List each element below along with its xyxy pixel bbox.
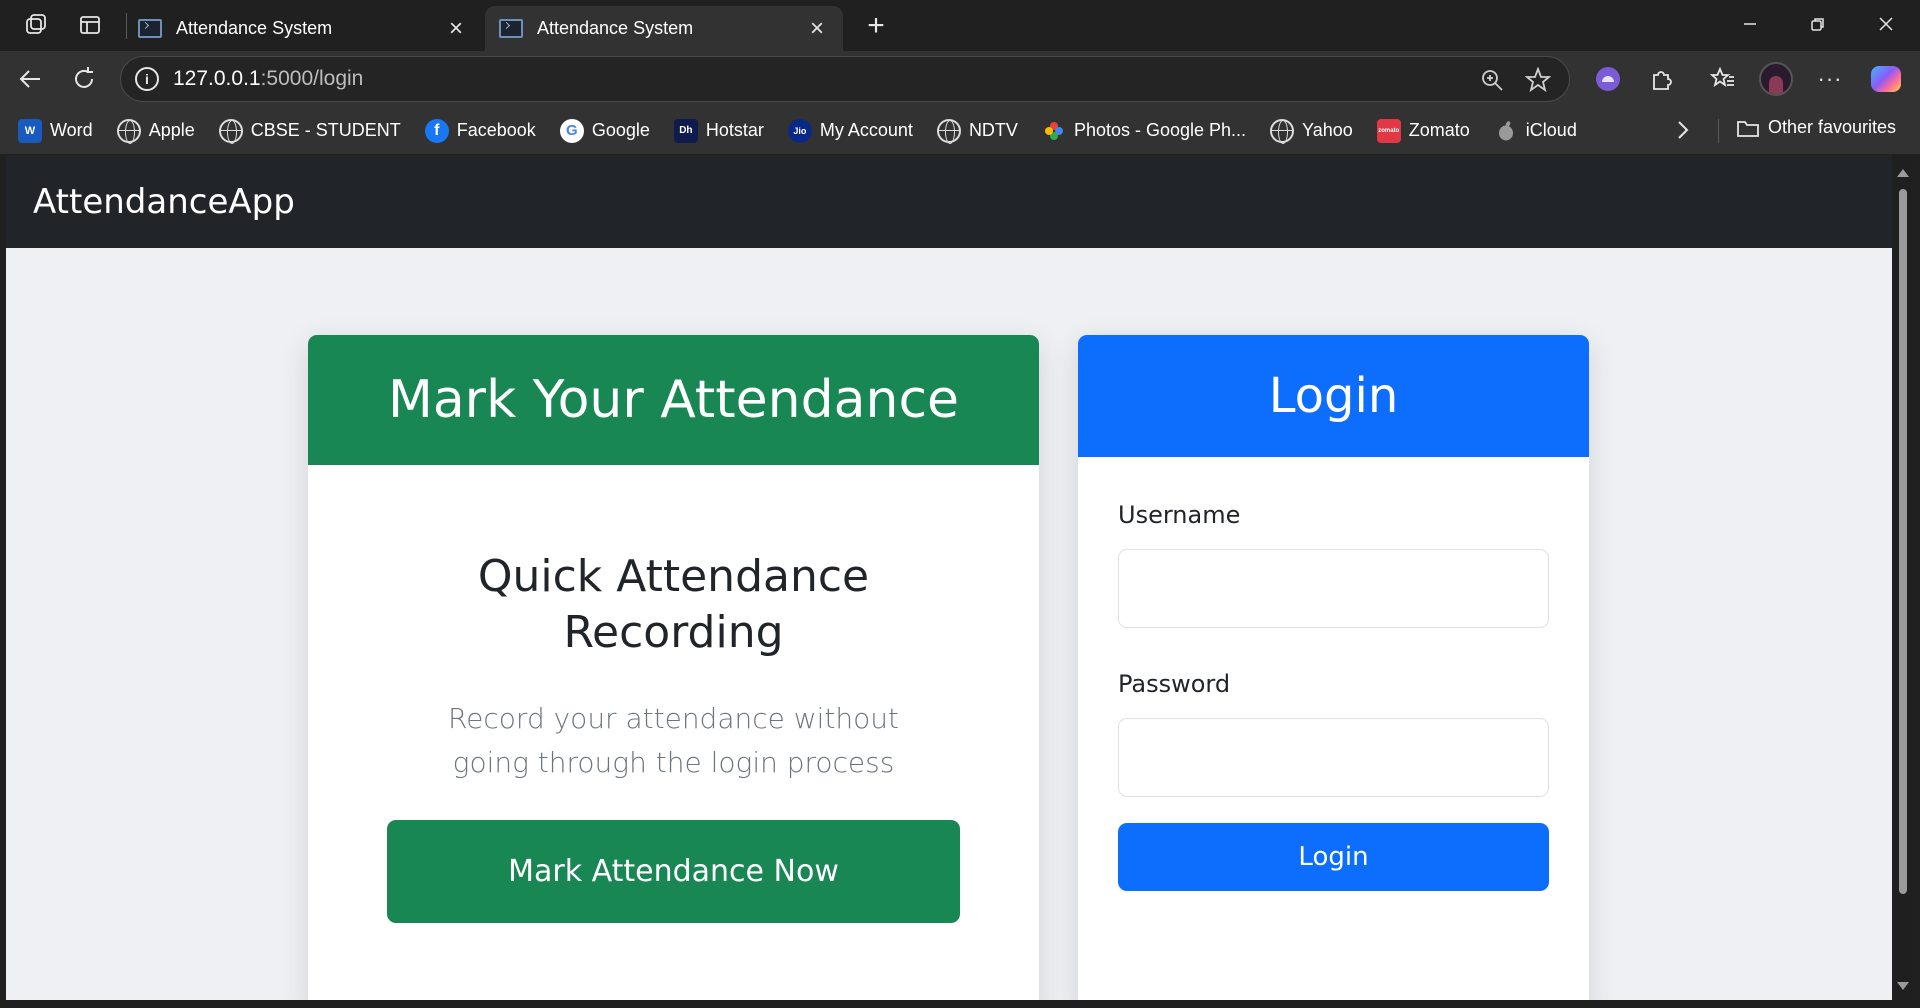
- zomato-icon: zomato: [1376, 118, 1401, 143]
- bookmark-apple[interactable]: Apple: [116, 118, 195, 144]
- attendance-card-body: Quick Attendance Recording Record your a…: [308, 465, 1039, 785]
- tab-active[interactable]: Attendance System ×: [485, 6, 843, 51]
- extensions-puzzle-icon[interactable]: [1641, 59, 1681, 99]
- tab-title: Attendance System: [176, 18, 333, 38]
- google-icon: G: [559, 118, 584, 143]
- scroll-up-arrow-icon[interactable]: [1897, 169, 1909, 177]
- zoom-icon[interactable]: [1477, 65, 1507, 95]
- copilot-icon[interactable]: [1866, 59, 1906, 99]
- username-label: Username: [1118, 501, 1241, 529]
- bookmark-label: Hotstar: [705, 120, 764, 140]
- bookmark-cbse[interactable]: CBSE - STUDENT: [218, 118, 401, 144]
- bookmark-label: CBSE - STUDENT: [250, 120, 401, 140]
- bookmark-label: Word: [50, 120, 93, 140]
- apple-icon: [1494, 119, 1518, 143]
- favorite-star-icon[interactable]: [1523, 65, 1553, 95]
- bookmark-zomato[interactable]: zomato Zomato: [1376, 118, 1470, 143]
- other-favourites[interactable]: Other favourites: [1736, 117, 1896, 138]
- login-card-header: Login: [1078, 335, 1589, 457]
- login-card: Login Username Password Login: [1078, 335, 1589, 1000]
- bookmark-facebook[interactable]: f Facebook: [424, 118, 536, 143]
- window-controls: [1716, 0, 1920, 48]
- attendance-description: Record your attendance without going thr…: [447, 702, 900, 779]
- minimize-icon[interactable]: [1716, 0, 1784, 48]
- globe-icon: [1270, 118, 1295, 144]
- scrollbar-thumb[interactable]: [1899, 189, 1907, 894]
- attendance-card-header: Mark Your Attendance: [308, 335, 1039, 465]
- password-input[interactable]: [1118, 718, 1549, 797]
- bookmark-label: Zomato: [1408, 120, 1470, 140]
- bookmark-yahoo[interactable]: Yahoo: [1270, 118, 1353, 144]
- bookmark-label: My Account: [819, 120, 913, 140]
- favorites-list-icon[interactable]: [1703, 59, 1743, 99]
- restore-icon[interactable]: [1784, 0, 1852, 48]
- close-icon[interactable]: ×: [805, 15, 829, 42]
- bookmark-icloud[interactable]: iCloud: [1494, 119, 1577, 143]
- bookmark-label: Yahoo: [1302, 120, 1353, 140]
- globe-icon: [218, 118, 243, 144]
- other-favourites-label: Other favourites: [1768, 117, 1897, 137]
- tab-inactive[interactable]: Attendance System ×: [124, 6, 482, 51]
- folder-icon: [1736, 118, 1760, 138]
- more-menu-icon[interactable]: ···: [1810, 59, 1850, 99]
- site-info-icon[interactable]: i: [135, 67, 159, 91]
- login-button[interactable]: Login: [1118, 823, 1549, 891]
- terminal-favicon-icon: [138, 19, 162, 38]
- page-scrollbar[interactable]: [1892, 155, 1914, 1000]
- bookmark-word[interactable]: W Word: [18, 118, 93, 143]
- bookmarks-bar: W Word Apple CBSE - STUDENT f Facebook G…: [0, 107, 1920, 154]
- username-input[interactable]: [1118, 549, 1549, 628]
- jio-icon: Jio: [787, 118, 812, 143]
- terminal-favicon-icon: [499, 19, 523, 38]
- close-window-icon[interactable]: [1852, 0, 1920, 48]
- bookmark-my-account[interactable]: Jio My Account: [787, 118, 913, 143]
- navbar-brand[interactable]: AttendanceApp: [33, 182, 295, 222]
- new-tab-plus-icon[interactable]: +: [858, 8, 894, 44]
- profile-avatar[interactable]: [1756, 59, 1796, 99]
- url-path: :5000/login: [260, 67, 364, 90]
- vertical-tabs-icon[interactable]: [68, 3, 112, 47]
- close-icon[interactable]: ×: [444, 15, 468, 42]
- attendance-card: Mark Your Attendance Quick Attendance Re…: [308, 335, 1039, 1000]
- browser-toolbar: i 127.0.0.1:5000/login ···: [0, 51, 1920, 107]
- login-form: Username Password Login: [1078, 457, 1589, 891]
- back-arrow-icon[interactable]: [10, 59, 50, 99]
- bookmark-photos[interactable]: Photos - Google Ph...: [1042, 119, 1246, 143]
- tab-title: Attendance System: [537, 18, 694, 38]
- globe-icon: [936, 118, 961, 144]
- address-bar[interactable]: i 127.0.0.1:5000/login: [120, 56, 1570, 102]
- address-bar-actions: [1477, 65, 1553, 95]
- bookmark-ndtv[interactable]: NDTV: [936, 118, 1018, 144]
- bookmark-label: NDTV: [968, 120, 1018, 140]
- app-navbar: AttendanceApp: [6, 155, 1892, 248]
- scroll-down-arrow-icon[interactable]: [1897, 982, 1909, 990]
- attendance-heading: Quick Attendance Recording: [477, 551, 870, 658]
- photos-icon: [1042, 119, 1066, 143]
- mark-attendance-button[interactable]: Mark Attendance Now: [387, 820, 960, 923]
- chevron-right-icon[interactable]: [1668, 115, 1698, 145]
- bookmark-google[interactable]: G Google: [559, 118, 650, 143]
- bookmark-label: Photos - Google Ph...: [1073, 120, 1247, 140]
- password-label: Password: [1118, 670, 1231, 698]
- bookmark-label: Facebook: [456, 120, 536, 140]
- refresh-icon[interactable]: [64, 59, 104, 99]
- bookmark-hotstar[interactable]: Dh Hotstar: [673, 118, 764, 143]
- page-viewport: AttendanceApp Mark Your Attendance Quick…: [6, 155, 1892, 1000]
- word-icon: W: [18, 118, 42, 143]
- workspaces-icon[interactable]: [14, 3, 58, 47]
- bookmark-label: Google: [591, 120, 650, 140]
- tab-strip: Attendance System × Attendance System × …: [0, 0, 1920, 51]
- bookmark-label: iCloud: [1525, 120, 1577, 140]
- globe-icon: [116, 118, 141, 144]
- url-host: 127.0.0.1: [173, 67, 261, 90]
- facebook-icon: f: [424, 118, 449, 143]
- hotstar-icon: Dh: [673, 118, 698, 143]
- bookmark-label: Apple: [148, 120, 195, 140]
- bookmarks-separator: [1718, 119, 1719, 143]
- copilot-app-icon[interactable]: [1588, 59, 1628, 99]
